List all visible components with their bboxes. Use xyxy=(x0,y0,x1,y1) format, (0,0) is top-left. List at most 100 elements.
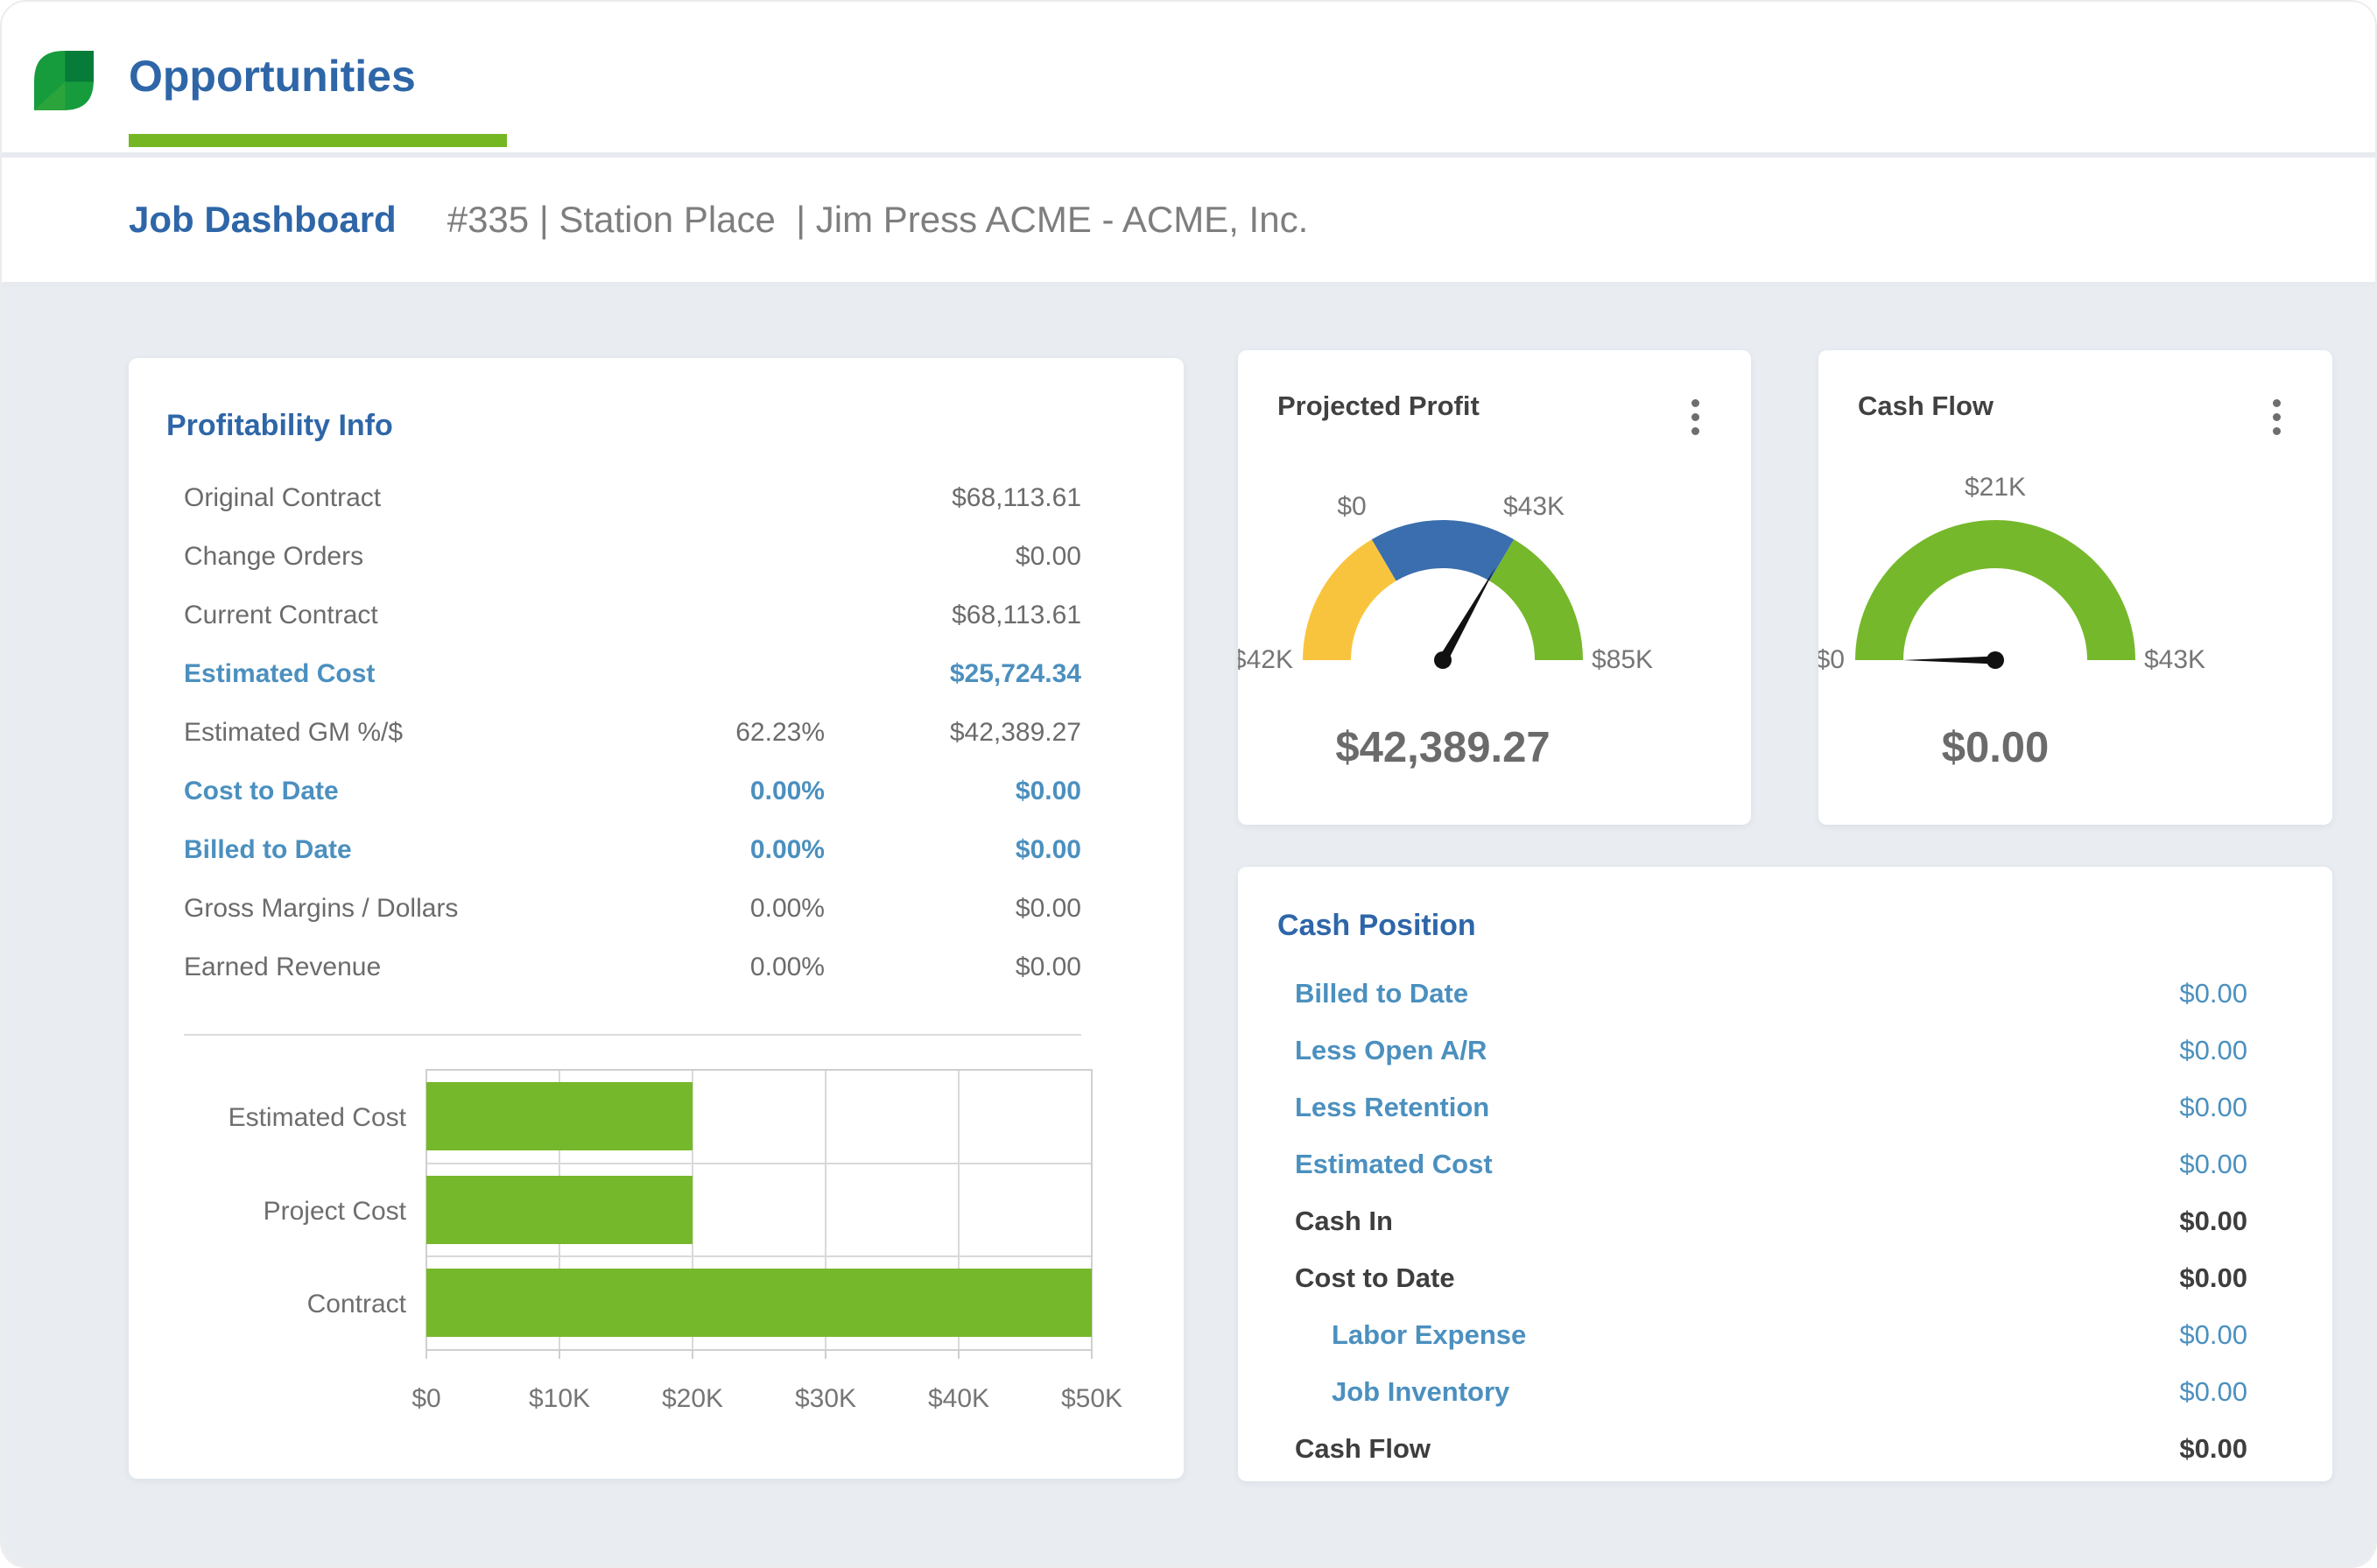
row-value: $0.00 xyxy=(2179,1319,2247,1351)
gauge-segment-high xyxy=(1489,539,1583,660)
table-row: Original Contract $68,113.61 xyxy=(129,468,1184,527)
row-value: $0.00 xyxy=(825,894,1081,924)
list-item: Less Open A/R $0.00 xyxy=(1238,1022,2332,1079)
gauge-segment xyxy=(1855,520,2135,660)
bar-estimated-cost xyxy=(426,1082,693,1150)
kebab-icon xyxy=(1691,413,1699,421)
table-row: Billed to Date 0.00% $0.00 xyxy=(129,820,1184,879)
list-item: Cost to Date $0.00 xyxy=(1238,1249,2332,1306)
row-value: $0.00 xyxy=(2179,1149,2247,1180)
row-value: $0.00 xyxy=(825,953,1081,982)
labor-expense-link[interactable]: Labor Expense xyxy=(1295,1319,1526,1351)
projected-profit-gauge: $42K $0 $43K $85K xyxy=(1238,441,1751,679)
top-header: Opportunities xyxy=(2,2,2375,152)
row-value: $0.00 xyxy=(2179,1206,2247,1237)
row-value: $25,724.34 xyxy=(825,659,1081,689)
row-percent: 0.00% xyxy=(606,835,825,865)
profitability-info-card: Profitability Info Original Contract $68… xyxy=(129,358,1184,1479)
svg-text:Contract: Contract xyxy=(307,1290,407,1318)
category-labels: Estimated Cost Project Cost Contract xyxy=(229,1103,407,1318)
cost-to-date-link[interactable]: Cost to Date xyxy=(184,777,606,806)
svg-text:Estimated Cost: Estimated Cost xyxy=(229,1103,407,1132)
table-row: Gross Margins / Dollars 0.00% $0.00 xyxy=(129,879,1184,938)
job-dashboard-app: Opportunities Job Dashboard #335 | Stati… xyxy=(0,0,2377,1568)
row-value: $0.00 xyxy=(825,777,1081,806)
kebab-icon xyxy=(2273,427,2281,435)
cost-contract-bar-chart: Estimated Cost Project Cost Contract $0 … xyxy=(148,1057,1164,1433)
title-accent-bar xyxy=(129,134,507,147)
kebab-icon xyxy=(1691,427,1699,435)
leaf-logo-icon xyxy=(34,49,94,112)
axis-ticks xyxy=(426,1350,1092,1359)
dashboard-content: Profitability Info Original Contract $68… xyxy=(2,287,2375,1568)
gauge-segment-mid xyxy=(1372,520,1514,581)
svg-text:$0: $0 xyxy=(411,1384,440,1413)
gauge-label: $43K xyxy=(2144,645,2205,674)
row-value: $0.00 xyxy=(2179,1035,2247,1066)
svg-text:$50K: $50K xyxy=(1061,1384,1122,1413)
gauge-segment-negative xyxy=(1303,539,1396,660)
row-value: $68,113.61 xyxy=(825,483,1081,513)
table-row: Cost to Date 0.00% $0.00 xyxy=(129,762,1184,820)
row-percent: 0.00% xyxy=(606,894,825,924)
list-item: Job Inventory $0.00 xyxy=(1238,1363,2332,1420)
row-percent: 62.23% xyxy=(606,718,825,748)
row-label: Change Orders xyxy=(184,542,606,572)
breadcrumb: Job Dashboard #335 | Station Place | Jim… xyxy=(2,158,2375,282)
list-item: Less Retention $0.00 xyxy=(1238,1079,2332,1136)
gauge-label: $0 xyxy=(1818,645,1845,674)
row-label: Estimated GM %/$ xyxy=(184,718,606,748)
job-inventory-link[interactable]: Job Inventory xyxy=(1295,1376,1509,1408)
job-reference-text: #335 | Station Place | Jim Press ACME - … xyxy=(447,199,1309,241)
row-value: $0.00 xyxy=(2179,1433,2247,1465)
estimated-cost-link[interactable]: Estimated Cost xyxy=(1295,1149,1493,1180)
table-row: Estimated Cost $25,724.34 xyxy=(129,644,1184,703)
less-retention-link[interactable]: Less Retention xyxy=(1295,1092,1489,1123)
projected-profit-card: Projected Profit $42K $0 $43K $85K $42,3… xyxy=(1238,350,1751,825)
cash-position-card: Cash Position Billed to Date $0.00 Less … xyxy=(1238,867,2332,1481)
kebab-icon xyxy=(1691,399,1699,407)
kebab-icon xyxy=(2273,413,2281,421)
svg-text:$40K: $40K xyxy=(928,1384,989,1413)
projected-profit-value: $42,389.27 xyxy=(1238,723,1648,772)
list-item: Billed to Date $0.00 xyxy=(1238,965,2332,1022)
app-title: Opportunities xyxy=(129,51,416,102)
x-axis-tick-labels: $0 $10K $20K $30K $40K $50K xyxy=(411,1384,1122,1413)
cash-flow-card: Cash Flow $0 $21K $43K $0.00 xyxy=(1818,350,2332,825)
estimated-cost-link[interactable]: Estimated Cost xyxy=(184,659,606,689)
list-item: Estimated Cost $0.00 xyxy=(1238,1136,2332,1192)
row-percent: 0.00% xyxy=(606,777,825,806)
row-label: Cost to Date xyxy=(1295,1262,1455,1294)
cash-position-title: Cash Position xyxy=(1277,909,1476,943)
svg-text:Project Cost: Project Cost xyxy=(264,1197,407,1226)
profitability-table: Original Contract $68,113.61 Change Orde… xyxy=(129,468,1184,996)
cash-flow-title: Cash Flow xyxy=(1858,390,1994,422)
kebab-icon xyxy=(2273,399,2281,407)
row-value: $42,389.27 xyxy=(825,718,1081,748)
row-value: $0.00 xyxy=(825,542,1081,572)
projected-profit-title: Projected Profit xyxy=(1277,390,1480,422)
row-value: $0.00 xyxy=(2179,1376,2247,1408)
more-options-button[interactable] xyxy=(1676,389,1714,445)
less-open-ar-link[interactable]: Less Open A/R xyxy=(1295,1035,1487,1066)
billed-to-date-link[interactable]: Billed to Date xyxy=(1295,978,1468,1009)
billed-to-date-link[interactable]: Billed to Date xyxy=(184,835,606,865)
row-label: Gross Margins / Dollars xyxy=(184,894,606,924)
table-row: Earned Revenue 0.00% $0.00 xyxy=(129,938,1184,996)
svg-text:$10K: $10K xyxy=(529,1384,590,1413)
row-percent: 0.00% xyxy=(606,953,825,982)
tab-job-dashboard[interactable]: Job Dashboard xyxy=(129,199,397,241)
profitability-title: Profitability Info xyxy=(166,409,393,443)
gauge-label: $42K xyxy=(1238,645,1293,674)
bar-contract xyxy=(426,1269,1092,1337)
row-value: $0.00 xyxy=(825,835,1081,865)
gauge-label: $0 xyxy=(1337,492,1366,521)
row-label: Original Contract xyxy=(184,483,606,513)
table-row: Change Orders $0.00 xyxy=(129,527,1184,586)
needle-pivot xyxy=(1434,651,1452,669)
svg-text:$20K: $20K xyxy=(662,1384,723,1413)
list-item: Labor Expense $0.00 xyxy=(1238,1306,2332,1363)
row-value: $0.00 xyxy=(2179,1262,2247,1294)
cash-flow-gauge: $0 $21K $43K xyxy=(1818,441,2332,679)
more-options-button[interactable] xyxy=(2257,389,2296,445)
